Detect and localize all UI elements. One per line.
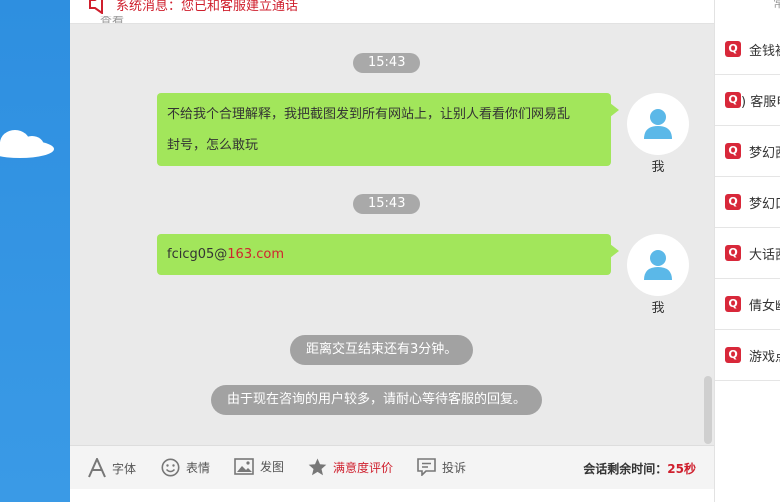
system-notice: 由于现在咨询的用户较多，请耐心等待客服的回复。	[211, 385, 543, 415]
faq-item-label: ) 客服电	[741, 94, 780, 110]
star-icon	[308, 458, 327, 476]
faq-sidebar: 常 Q 金钱被 Q ) 客服电 Q 梦幻西 Q 梦幻口 Q 大话西 Q 倩女幽 …	[714, 0, 780, 502]
chat-window: 系统消息：您已和客服建立通话 查看 15:43 不给我个合理解释，我把截图发到所…	[70, 0, 714, 502]
faq-item-label: 金钱被	[749, 43, 780, 59]
question-icon: Q	[725, 347, 741, 363]
faq-item[interactable]: Q ) 客服电	[715, 75, 780, 126]
rating-button[interactable]: 满意度评价	[308, 458, 393, 476]
scrollbar[interactable]	[704, 376, 712, 444]
timer-value: 25秒	[667, 462, 696, 476]
faq-item[interactable]: Q 游戏点	[715, 330, 780, 381]
complaint-button[interactable]: 投诉	[417, 458, 466, 476]
sender-name: 我	[651, 301, 665, 316]
timer-label: 会话剩余时间：	[583, 462, 668, 476]
send-image-button[interactable]: 发图	[234, 458, 284, 475]
email-domain-link[interactable]: 163.com	[227, 247, 284, 262]
question-icon: Q	[725, 143, 741, 159]
message-timestamp: 15:43	[353, 53, 421, 73]
faq-item-label: 倩女幽	[749, 298, 780, 314]
question-icon: Q	[725, 296, 741, 312]
faq-item-label: 游戏点	[749, 349, 780, 365]
faq-item-label: 梦幻西	[749, 145, 780, 161]
faq-item-label: 梦幻口	[749, 196, 780, 212]
input-area[interactable]	[70, 489, 714, 502]
rating-label: 满意度评价	[333, 460, 394, 475]
smile-icon	[161, 458, 180, 477]
scrollbar-thumb[interactable]	[704, 376, 712, 444]
user-avatar[interactable]	[627, 234, 689, 296]
question-icon: Q	[725, 41, 741, 57]
image-icon	[234, 458, 254, 475]
person-icon	[644, 250, 672, 280]
view-link-partial[interactable]: 查看	[100, 16, 124, 23]
font-icon	[88, 458, 106, 478]
message-line-1: 不给我个合理解释，我把截图发到所有网站上，让别人看看你们网易乱	[167, 107, 571, 122]
message-timestamp: 15:43	[353, 194, 421, 214]
question-icon: Q	[725, 194, 741, 210]
system-message-text: 系统消息：您已和客服建立通话	[116, 0, 299, 14]
message-list: 15:43 不给我个合理解释，我把截图发到所有网站上，让别人看看你们网易乱 封号…	[70, 25, 714, 445]
font-button[interactable]: 字体	[88, 458, 136, 478]
emoji-button[interactable]: 表情	[161, 458, 210, 477]
chat-bubble: 不给我个合理解释，我把截图发到所有网站上，让别人看看你们网易乱 封号，怎么敢玩	[157, 93, 619, 166]
question-icon: Q	[725, 245, 741, 261]
user-avatar[interactable]	[627, 93, 689, 155]
faq-item[interactable]: Q 金钱被	[715, 24, 780, 75]
speaker-icon	[89, 0, 103, 14]
session-timer: 会话剩余时间：25秒	[583, 460, 696, 477]
chat-toolbar: 字体 表情 发图 满意度评价 投诉 会话剩余时间：25秒	[70, 445, 714, 489]
person-icon	[644, 109, 672, 139]
system-notice: 距离交互结束还有3分钟。	[290, 335, 474, 365]
chat-bubble: fcicg05@163.com	[157, 234, 619, 275]
faq-item[interactable]: Q 梦幻口	[715, 177, 780, 228]
faq-item-label: 大话西	[749, 247, 780, 263]
question-icon: Q	[725, 92, 741, 108]
cloud-decoration	[0, 130, 54, 158]
sender-name: 我	[651, 160, 665, 175]
email-prefix: fcicg05@	[167, 247, 228, 262]
faq-item[interactable]: Q 倩女幽	[715, 279, 780, 330]
font-label: 字体	[112, 461, 137, 476]
system-message-bar: 系统消息：您已和客服建立通话 查看	[70, 0, 714, 24]
complaint-label: 投诉	[442, 460, 467, 475]
emoji-label: 表情	[186, 461, 211, 475]
message-line-2: 封号，怎么敢玩	[167, 138, 259, 153]
complaint-icon	[417, 458, 436, 476]
faq-item[interactable]: Q 梦幻西	[715, 126, 780, 177]
faq-item[interactable]: Q 大话西	[715, 228, 780, 279]
left-background	[0, 0, 70, 502]
image-label: 发图	[260, 460, 285, 474]
faq-header-partial: 常	[773, 0, 780, 11]
